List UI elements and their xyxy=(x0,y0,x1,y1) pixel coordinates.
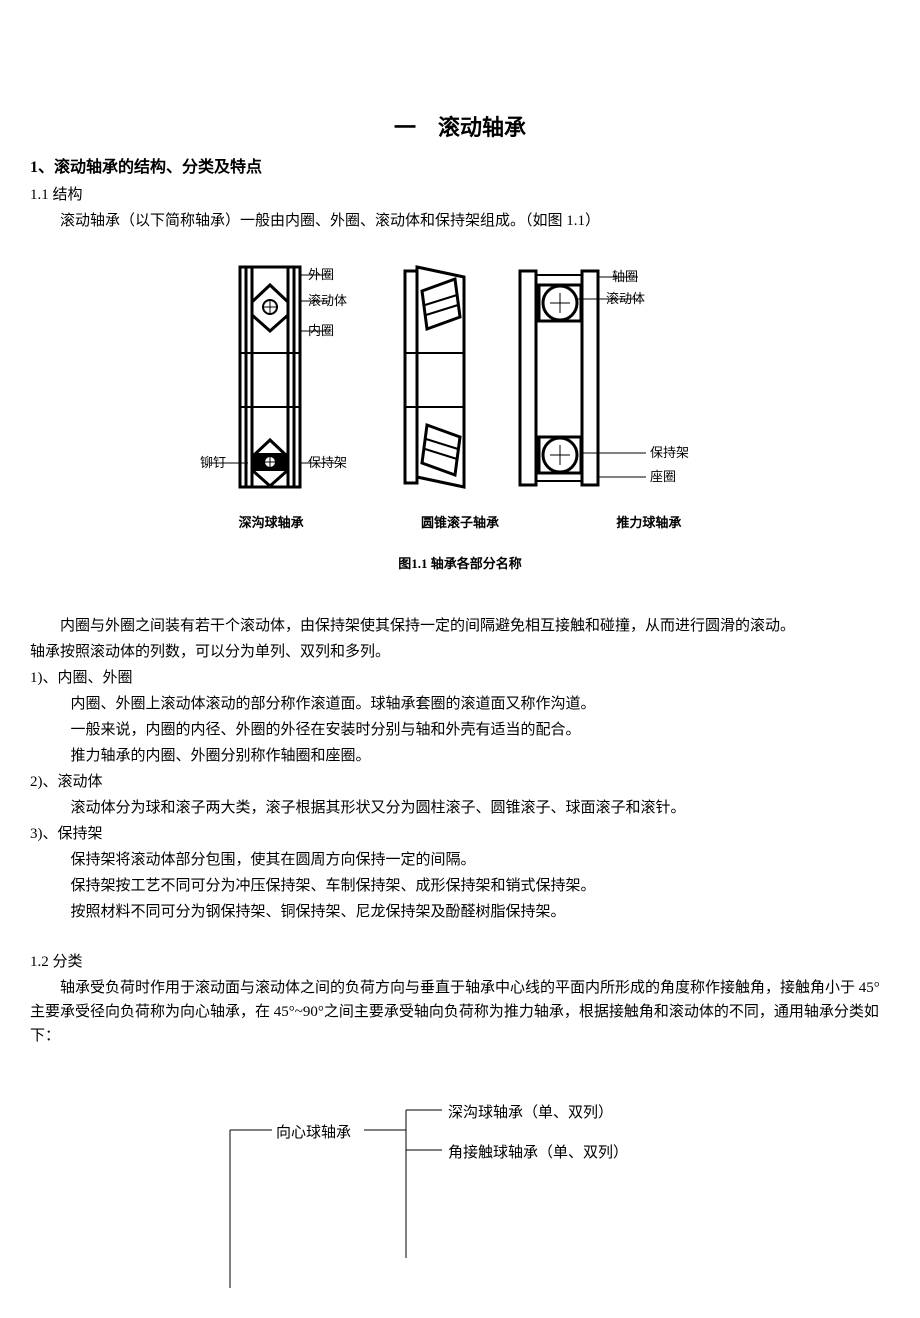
fig-caption-1: 深沟球轴承 xyxy=(239,513,304,534)
para-122-a: 滚动体分为球和滚子两大类，滚子根据其形状又分为圆柱滚子、圆锥滚子、球面滚子和滚针… xyxy=(30,796,890,820)
deep-groove-bearing-icon: 铆钉 外圈 滚动体 内圈 保持架 xyxy=(200,267,347,487)
heading-1-2: 1.2 分类 xyxy=(30,950,890,974)
para-1-2-c: 轴承受负荷时作用于滚动面与滚动体之间的负荷方向与垂直于轴承中心线的平面内所形成的… xyxy=(30,976,890,1048)
heading-item-1: 1)、内圈、外圈 xyxy=(30,666,890,690)
classification-tree: 向心球轴承 深沟球轴承（单、双列） 角接触球轴承（单、双列） xyxy=(180,1088,740,1288)
figure-1-1-caption: 图1.1 轴承各部分名称 xyxy=(180,554,740,575)
para-121-a: 内圈、外圈上滚动体滚动的部分称作滚道面。球轴承套圈的滚道面又称作沟道。 xyxy=(30,692,890,716)
fig-caption-2: 圆锥滚子轴承 xyxy=(421,513,499,534)
tree-node-radial-ball: 向心球轴承 xyxy=(276,1121,351,1145)
bearing-diagram-svg: 铆钉 外圈 滚动体 内圈 保持架 xyxy=(200,257,720,507)
para-123-c: 按照材料不同可分为钢保持架、铜保持架、尼龙保持架及酚醛树脂保持架。 xyxy=(30,900,890,924)
heading-1-1: 1.1 结构 xyxy=(30,183,890,207)
fig-caption-3: 推力球轴承 xyxy=(616,513,681,534)
heading-item-3: 3)、保持架 xyxy=(30,822,890,846)
label-roller: 滚动体 xyxy=(308,293,347,308)
heading-sec1: 1、滚动轴承的结构、分类及特点 xyxy=(30,155,890,181)
para-123-a: 保持架将滚动体部分包围，使其在圆周方向保持一定的间隔。 xyxy=(30,848,890,872)
label-outer: 外圈 xyxy=(308,267,334,282)
para-121-b: 一般来说，内圈的内径、外圈的外径在安装时分别与轴和外壳有适当的配合。 xyxy=(30,718,890,742)
tree-leaf-angular-contact: 角接触球轴承（单、双列） xyxy=(448,1141,628,1165)
label-roller3: 滚动体 xyxy=(606,291,645,306)
para-1-2-b: 轴承按照滚动体的列数，可以分为单列、双列和多列。 xyxy=(30,640,890,664)
label-inner: 内圈 xyxy=(308,323,334,338)
page-title: 一 滚动轴承 xyxy=(30,110,890,145)
figure-1-1: 铆钉 外圈 滚动体 内圈 保持架 xyxy=(180,257,740,575)
para-1-2-a: 内圈与外圈之间装有若干个滚动体，由保持架使其保持一定的间隔避免相互接触和碰撞，从… xyxy=(30,614,890,638)
para-121-c: 推力轴承的内圈、外圈分别称作轴圈和座圈。 xyxy=(30,744,890,768)
label-cage1: 保持架 xyxy=(308,455,347,470)
heading-item-2: 2)、滚动体 xyxy=(30,770,890,794)
label-rivet: 铆钉 xyxy=(200,455,226,470)
tapered-roller-bearing-icon xyxy=(405,267,464,487)
para-1-1-a: 滚动轴承（以下简称轴承）一般由内圈、外圈、滚动体和保持架组成。（如图 1.1） xyxy=(30,209,890,233)
label-seat-ring: 座圈 xyxy=(650,469,676,484)
thrust-ball-bearing-icon: 轴圈 滚动体 保持架 座圈 xyxy=(520,269,689,485)
tree-leaf-deep-groove: 深沟球轴承（单、双列） xyxy=(448,1101,613,1125)
para-123-b: 保持架按工艺不同可分为冲压保持架、车制保持架、成形保持架和销式保持架。 xyxy=(30,874,890,898)
label-cage3: 保持架 xyxy=(650,445,689,460)
label-axle-ring: 轴圈 xyxy=(612,269,638,284)
